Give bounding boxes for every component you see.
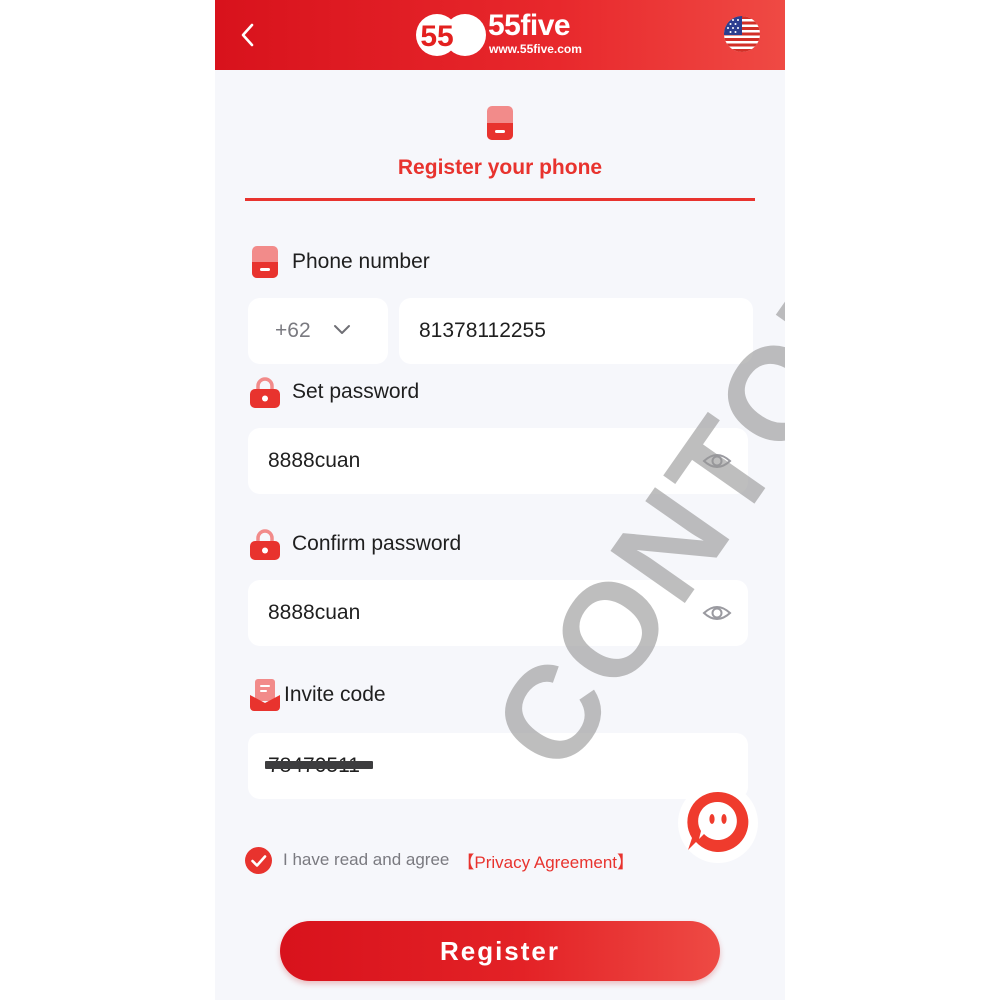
phone-screen: 55 55five www.55five.com Register your p… (215, 0, 785, 1000)
logo-text: 55five (488, 9, 571, 42)
phone-number-input[interactable]: 81378112255 (399, 298, 753, 364)
chevron-down-icon (334, 325, 350, 334)
phone-icon (252, 246, 278, 278)
invite-code-label: Invite code (284, 683, 386, 706)
logo-badge-digit-1: 55 (420, 20, 453, 53)
redaction-bar (265, 761, 373, 769)
invite-envelope-icon (250, 679, 280, 711)
password-input[interactable]: 8888cuan (248, 428, 748, 494)
logo-url: www.55five.com (489, 42, 582, 56)
confirm-password-input[interactable]: 8888cuan (248, 580, 748, 646)
tab-underline (245, 198, 755, 201)
confirm-password-value: 8888cuan (268, 601, 361, 624)
us-flag-icon (724, 16, 760, 52)
phone-number-label: Phone number (292, 250, 430, 273)
tab-register-phone[interactable]: Register your phone (215, 154, 785, 182)
lock-icon (250, 529, 280, 560)
chat-support-button[interactable] (677, 782, 759, 864)
confirm-password-label-row: Confirm password (250, 527, 461, 561)
privacy-agreement-link[interactable]: 【Privacy Agreement】 (457, 848, 634, 873)
language-selector[interactable] (724, 16, 760, 52)
eye-icon[interactable] (702, 599, 732, 627)
phone-number-value: 81378112255 (419, 319, 546, 342)
lock-icon (250, 377, 280, 408)
checkbox-checked-icon[interactable] (245, 846, 272, 874)
password-value: 8888cuan (268, 449, 361, 472)
eye-icon[interactable] (702, 447, 732, 475)
invite-code-label-row: Invite code (250, 678, 386, 712)
phone-icon (487, 106, 513, 140)
country-code-select[interactable]: +62 (248, 298, 388, 364)
register-button[interactable]: Register (280, 921, 720, 981)
agreement-row: I have read and agree 【Privacy Agreement… (245, 846, 634, 874)
back-button[interactable] (233, 20, 263, 50)
agreement-text: I have read and agree (283, 850, 450, 869)
phone-label-row: Phone number (250, 245, 430, 279)
password-label-row: Set password (250, 375, 419, 409)
invite-code-input[interactable]: 78470511 (248, 733, 748, 799)
confirm-password-label: Confirm password (292, 532, 462, 555)
chevron-left-icon (241, 23, 254, 47)
app-header: 55 55five www.55five.com (215, 0, 785, 70)
set-password-label: Set password (292, 380, 420, 403)
country-code-value: +62 (275, 319, 311, 342)
